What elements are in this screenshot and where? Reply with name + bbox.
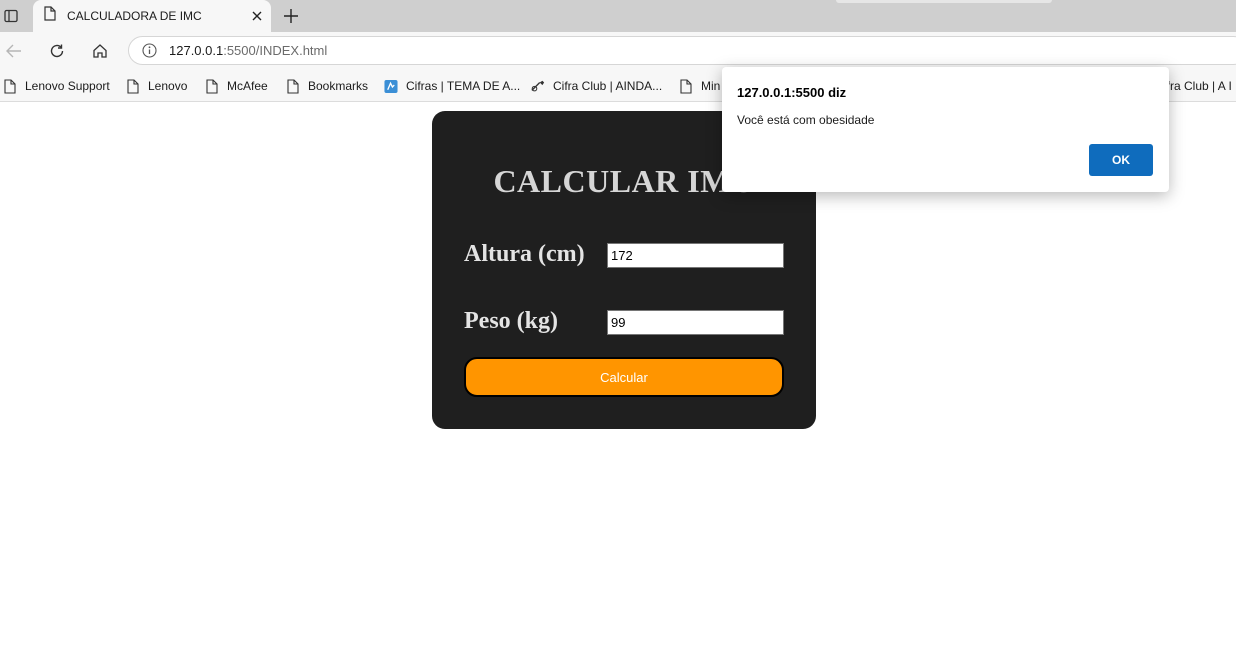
page-icon — [679, 78, 693, 94]
url-path: :5500/INDEX.html — [223, 43, 328, 58]
ok-button[interactable]: OK — [1089, 144, 1153, 176]
alert-dialog: 127.0.0.1:5500 diz Você está com obesida… — [722, 67, 1169, 192]
bookmark-item[interactable]: Min — [679, 76, 720, 96]
bookmark-label: Bookmarks — [308, 79, 369, 93]
height-input[interactable]: 172 — [607, 243, 784, 268]
bookmark-item[interactable]: Lenovo — [126, 76, 187, 96]
bookmark-item[interactable]: Cifra Club | AINDA... — [531, 76, 662, 96]
bookmark-item[interactable]: Cifras | TEMA DE A... — [384, 76, 520, 96]
bookmark-label: Cifra Club | AINDA... — [553, 79, 663, 93]
url-host: 127.0.0.1 — [169, 43, 224, 58]
height-label: Altura (cm) — [464, 241, 585, 267]
tab-title: CALCULADORA DE IMC — [67, 9, 202, 23]
bookmark-item[interactable]: Lenovo Support — [3, 76, 110, 96]
close-icon[interactable] — [243, 2, 271, 30]
browser-toolbar: 127.0.0.1:5500/INDEX.html — [0, 32, 1236, 70]
weight-input[interactable]: 99 — [607, 310, 784, 335]
bookmark-label: Lenovo — [148, 79, 188, 93]
address-bar[interactable]: 127.0.0.1:5500/INDEX.html — [128, 36, 1236, 65]
page-icon — [3, 78, 17, 94]
page-icon — [126, 78, 140, 94]
info-icon[interactable] — [129, 43, 169, 58]
bookmark-label: Cifras | TEMA DE A... — [406, 79, 521, 93]
weight-label: Peso (kg) — [464, 308, 558, 334]
dialog-title: 127.0.0.1:5500 diz — [737, 85, 847, 100]
tab-strip: CALCULADORA DE IMC — [0, 0, 1236, 32]
bookmark-label: Min — [701, 79, 721, 93]
bookmark-item[interactable]: Bookmarks — [286, 76, 368, 96]
tab-actions-icon[interactable] — [0, 4, 22, 28]
tabstrip-edge — [836, 0, 1052, 3]
reload-icon[interactable] — [43, 37, 71, 65]
browser-tab[interactable]: CALCULADORA DE IMC — [33, 0, 271, 32]
home-icon[interactable] — [86, 37, 114, 65]
guitar-icon — [531, 78, 545, 94]
calculate-button[interactable]: Calcular — [464, 357, 784, 397]
bookmark-label: ifra Club | A I — [1164, 79, 1232, 93]
back-arrow-icon[interactable] — [0, 37, 28, 65]
page-icon — [205, 78, 219, 94]
bookmark-item[interactable]: McAfee — [205, 76, 268, 96]
bookmark-item[interactable]: ifra Club | A I — [1164, 76, 1232, 96]
page-icon — [286, 78, 300, 94]
dialog-message: Você está com obesidade — [737, 113, 875, 127]
cifras-icon — [384, 78, 398, 94]
page-icon — [44, 6, 56, 26]
bookmark-label: McAfee — [227, 79, 268, 93]
bookmark-label: Lenovo Support — [25, 79, 110, 93]
plus-icon[interactable] — [279, 4, 303, 28]
